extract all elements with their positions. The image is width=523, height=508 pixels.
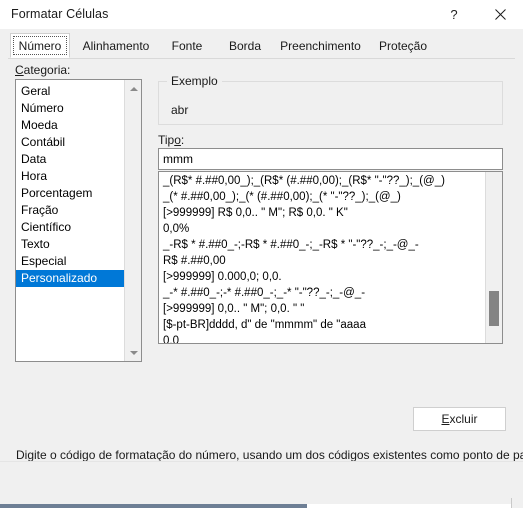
tab-strip: Número Alinhamento Fonte Borda Preenchim… (0, 29, 523, 59)
category-item-personalizado[interactable]: Personalizado (16, 270, 124, 287)
category-item-hora[interactable]: Hora (16, 168, 124, 185)
scroll-down-arrow-icon[interactable] (125, 344, 142, 361)
format-codes-listbox[interactable]: _(R$* #.##0,00_);_(R$* (#.##0,00);_(R$* … (158, 171, 503, 344)
tipo-label-before: Tip (158, 133, 175, 147)
dialog-footer: OK Cancelar (0, 461, 523, 508)
tab-label: Proteção (378, 38, 428, 53)
categoria-accel: C (15, 63, 24, 77)
format-cells-dialog: Formatar Células ? Número Alinhamento Fo… (0, 0, 523, 508)
category-listbox[interactable]: Geral Número Moeda Contábil Data Hora Po… (15, 79, 142, 362)
tab-fonte[interactable]: Fonte (158, 33, 216, 58)
tab-alinhamento[interactable]: Alinhamento (74, 33, 158, 58)
close-button[interactable] (477, 0, 523, 29)
dialog-corner (511, 498, 523, 508)
excluir-label-after: xcluir (449, 412, 478, 426)
example-legend: Exemplo (167, 74, 222, 88)
scrollbar-thumb[interactable] (489, 291, 499, 326)
tab-label: Preenchimento (280, 38, 361, 53)
tab-preenchimento[interactable]: Preenchimento (274, 33, 367, 58)
format-code-row[interactable]: _(* #.##0,00_);_(* (#.##0,00);_(* "-"??_… (159, 189, 485, 205)
format-code-row[interactable]: _-* #.##0_-;-* #.##0_-;_-* "-"??_-;_-@_- (159, 285, 485, 301)
format-code-row[interactable]: R$ #.##0,00 (159, 253, 485, 269)
excluir-accel: E (441, 412, 450, 426)
background-edge-strip (0, 498, 523, 508)
scroll-up-arrow-icon[interactable] (125, 80, 142, 97)
title-bar: Formatar Células ? (0, 0, 523, 30)
tipo-accel: o (174, 133, 181, 147)
excluir-button[interactable]: Excluir (413, 407, 506, 431)
format-code-row[interactable]: _-R$ * #.##0_-;-R$ * #.##0_-;_-R$ * "-"?… (159, 237, 485, 253)
tab-protecao[interactable]: Proteção (367, 33, 439, 58)
tipo-label: Tipo: (158, 133, 184, 147)
tipo-label-after: : (180, 133, 185, 147)
category-scrollbar[interactable] (124, 80, 141, 361)
category-item-numero[interactable]: Número (16, 100, 124, 117)
format-codes-list: _(R$* #.##0,00_);_(R$* (#.##0,00);_(R$* … (159, 172, 485, 343)
number-tab-panel: Categoria: Geral Número Moeda Contábil D… (0, 59, 523, 462)
categoria-label: Categoria: (15, 63, 70, 77)
help-button[interactable]: ? (431, 0, 477, 29)
category-item-cientifico[interactable]: Científico (16, 219, 124, 236)
tipo-input[interactable] (158, 148, 503, 170)
tab-label: Alinhamento (82, 38, 150, 53)
format-code-row[interactable]: [>999999] 0,0.. " M"; 0,0. " " (159, 301, 485, 317)
format-codes-scrollbar[interactable] (485, 172, 502, 343)
category-item-texto[interactable]: Texto (16, 236, 124, 253)
tab-borda[interactable]: Borda (216, 33, 274, 58)
question-mark-icon: ? (450, 7, 458, 22)
window-title: Formatar Células (11, 7, 109, 21)
close-icon (494, 9, 506, 20)
format-code-row[interactable]: [>999999] R$ 0,0.. " M"; R$ 0,0. " K" (159, 205, 485, 221)
category-item-geral[interactable]: Geral (16, 83, 124, 100)
category-item-moeda[interactable]: Moeda (16, 117, 124, 134)
hint-text: Digite o código de formatação do número,… (16, 448, 523, 462)
format-code-row[interactable]: [>999999] 0.000,0; 0,0. (159, 269, 485, 285)
example-value: abr (171, 103, 189, 117)
focus-ring (13, 36, 67, 55)
category-item-contabil[interactable]: Contábil (16, 134, 124, 151)
tab-label: Fonte (171, 38, 203, 53)
category-item-especial[interactable]: Especial (16, 253, 124, 270)
category-item-fracao[interactable]: Fração (16, 202, 124, 219)
tab-numero[interactable]: Número (10, 33, 70, 58)
format-code-row[interactable]: _(R$* #.##0,00_);_(R$* (#.##0,00);_(R$* … (159, 173, 485, 189)
edge-strip-right (307, 504, 523, 508)
category-item-data[interactable]: Data (16, 151, 124, 168)
format-code-row[interactable]: [$-pt-BR]dddd, d" de "mmmm" de "aaaa (159, 317, 485, 333)
tab-label: Borda (228, 38, 262, 53)
categoria-label-rest: ategoria: (23, 63, 71, 77)
format-code-row[interactable]: 0,0 (159, 333, 485, 343)
category-item-porcentagem[interactable]: Porcentagem (16, 185, 124, 202)
category-list: Geral Número Moeda Contábil Data Hora Po… (16, 80, 124, 287)
format-code-row[interactable]: 0,0% (159, 221, 485, 237)
